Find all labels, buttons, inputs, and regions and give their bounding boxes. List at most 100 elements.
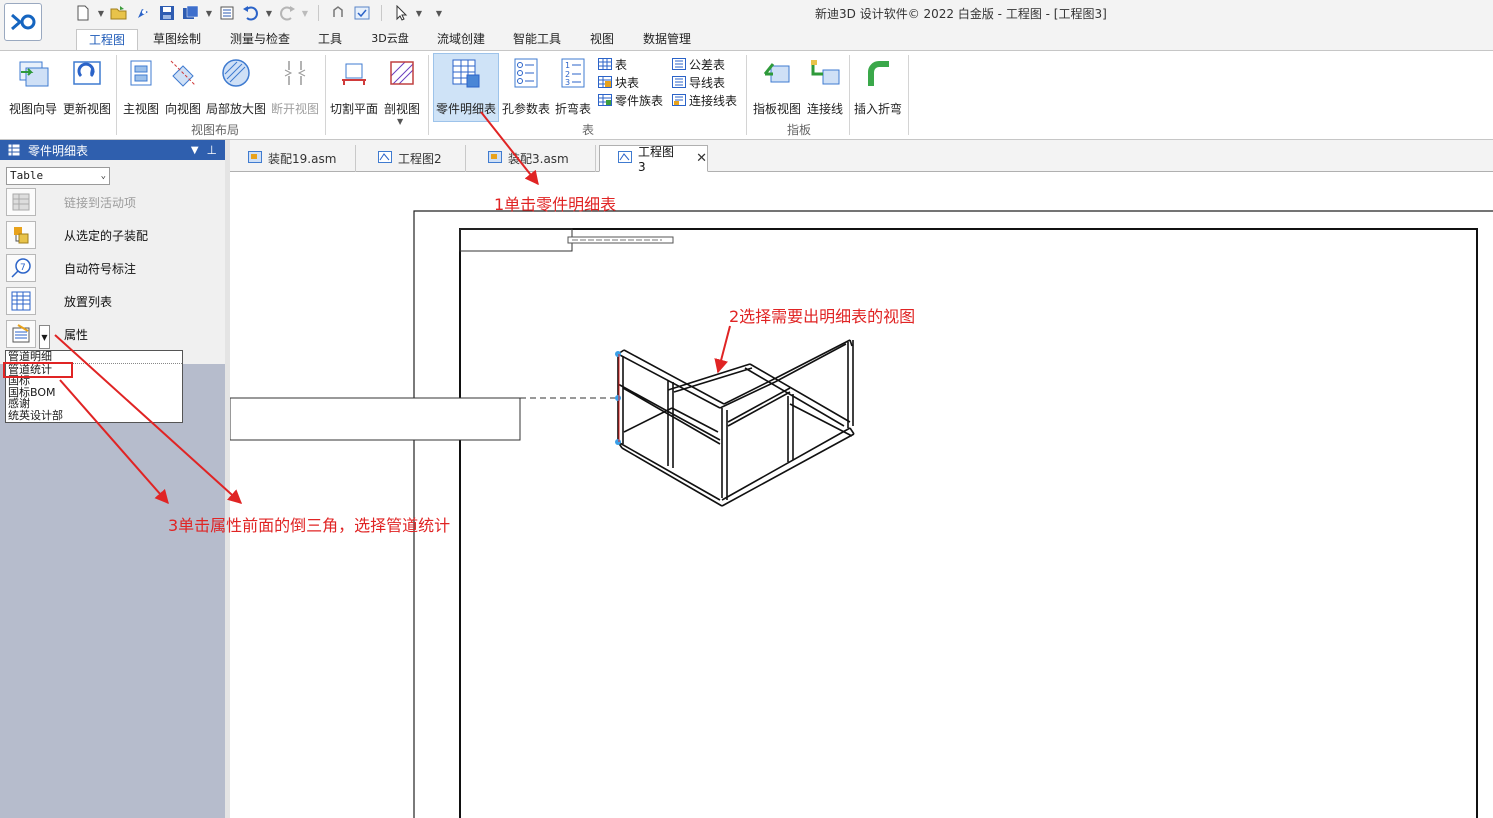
tab-measure[interactable]: 测量与检查 [222, 29, 298, 50]
wire-table-label: 导线表 [689, 75, 726, 90]
main-view-label: 主视图 [122, 102, 159, 116]
panel-pin-icon[interactable]: ⊥ [207, 143, 217, 157]
place-list-icon [6, 287, 36, 315]
panel-menu-icon[interactable]: ▼ [191, 145, 199, 156]
save-dropdown-arrow[interactable]: ▼ [204, 9, 214, 18]
bend-table-icon: 123 [556, 56, 590, 90]
update-view-button[interactable]: 更新视图 [61, 54, 113, 118]
tab-flow[interactable]: 流域创建 [430, 29, 492, 50]
dropdown-option[interactable]: 统英设计部 [8, 410, 182, 422]
wire-table-icon [671, 75, 687, 89]
tab-drawing[interactable]: 工程图 [76, 29, 138, 50]
select-cursor-icon[interactable] [390, 2, 412, 24]
doc-tab-drawing3[interactable]: 工程图3 ✕ [599, 145, 708, 174]
group-separator [325, 55, 326, 135]
rocket-icon[interactable] [132, 2, 154, 24]
view-wizard-button[interactable]: 视图向导 [7, 54, 59, 118]
auto-balloon-item[interactable]: 7 自动符号标注 [6, 254, 216, 282]
panel-table-icon [8, 144, 22, 156]
connect-line-button[interactable]: 连接线 [805, 54, 845, 118]
app-logo[interactable] [4, 3, 42, 41]
side-view-box [230, 397, 521, 441]
insert-bend-button[interactable]: 插入折弯 [852, 54, 904, 118]
group-separator [908, 55, 909, 135]
table-button[interactable]: 表 [597, 55, 627, 73]
group-separator [746, 55, 747, 135]
chevron-down-icon: ⌄ [100, 171, 106, 181]
dropdown-option[interactable]: 国标BOM [8, 387, 182, 399]
customize-quick-access-icon[interactable]: ▼ [434, 9, 444, 18]
detail-view-button[interactable]: 局部放大图 [204, 54, 268, 118]
link-active-icon [6, 188, 36, 216]
new-dropdown-arrow[interactable]: ▼ [96, 9, 106, 18]
wire-table-button[interactable]: 导线表 [671, 73, 725, 91]
place-list-item[interactable]: 放置列表 [6, 287, 216, 315]
doc-tab-label: 工程图3 [638, 145, 675, 174]
from-subassembly-item[interactable]: 从选定的子装配 [6, 221, 216, 249]
table-style-select[interactable]: Table ⌄ [6, 167, 110, 185]
doc-tab-assembly3[interactable]: 装配3.asm [470, 145, 596, 172]
broken-view-icon [278, 56, 312, 90]
new-file-icon[interactable] [72, 2, 94, 24]
connector-table-label: 连接线表 [689, 93, 738, 108]
table-label: 表 [615, 57, 628, 72]
connect-line-icon [808, 56, 842, 90]
bend-table-label: 折弯表 [554, 102, 591, 116]
tolerance-table-button[interactable]: 公差表 [671, 55, 725, 73]
cutting-plane-label: 切割平面 [329, 102, 378, 116]
title-bar: ▼ ▼ ▼ ▼ ▼ ▼ 新迪3D 设计软件© 2022 白金版 - 工程图 - … [0, 0, 1493, 26]
doc-tab-label: 装配19.asm [268, 152, 337, 166]
properties-dropdown-arrow[interactable]: ▼ [39, 325, 50, 349]
tab-data-management[interactable]: 数据管理 [636, 29, 698, 50]
properties-label: 属性 [64, 327, 89, 342]
doc-tab-drawing2[interactable]: 工程图2 [360, 145, 466, 172]
family-table-button[interactable]: 零件族表 [597, 91, 663, 109]
properties-item[interactable]: 属性 [6, 320, 216, 348]
select-dropdown-arrow[interactable]: ▼ [414, 9, 424, 18]
undo-icon[interactable] [240, 2, 262, 24]
sign-view-button[interactable]: 指板视图 [751, 54, 803, 118]
cutting-plane-button[interactable]: 切割平面 [328, 54, 380, 118]
isometric-frame-view [617, 339, 855, 507]
section-view-button[interactable]: 剖视图 [382, 54, 422, 118]
ribbon-panel: 视图向导 更新视图 主视图 向视图 局部放大图 断开视图 切割平面 剖视图 ▼ … [0, 50, 1493, 140]
group-separator [428, 55, 429, 135]
parts-list-button[interactable]: 零件明细表 [433, 53, 499, 122]
tab-sketch[interactable]: 草图绘制 [144, 29, 210, 50]
properties-icon [6, 320, 36, 348]
block-table-label: 块表 [615, 75, 640, 90]
redo-icon [276, 2, 298, 24]
table-icon [597, 57, 613, 71]
connect-line-label: 连接线 [806, 102, 843, 116]
block-table-button[interactable]: 块表 [597, 73, 639, 91]
drawing-canvas[interactable] [230, 172, 1493, 818]
svg-text:3: 3 [565, 78, 570, 87]
balloon-icon: 7 [6, 254, 36, 282]
main-view-icon [124, 56, 158, 90]
link-active-item: 链接到活动项 [6, 188, 216, 216]
section-view-dropdown-arrow[interactable]: ▼ [397, 117, 403, 126]
rebuild-icon[interactable] [327, 2, 349, 24]
tab-view[interactable]: 视图 [582, 29, 622, 50]
check-view-icon[interactable] [351, 2, 373, 24]
update-view-icon [70, 56, 104, 90]
aux-view-button[interactable]: 向视图 [162, 54, 204, 118]
view-wizard-icon [16, 56, 50, 90]
main-view-button[interactable]: 主视图 [120, 54, 162, 118]
layout-group-label: 视图布局 [190, 123, 239, 137]
doc-tab-assembly19[interactable]: 装配19.asm [230, 145, 356, 172]
save-all-icon[interactable] [180, 2, 202, 24]
connector-table-button[interactable]: 连接线表 [671, 91, 737, 109]
undo-dropdown-arrow[interactable]: ▼ [264, 9, 274, 18]
tab-smart-tools[interactable]: 智能工具 [506, 29, 568, 50]
hole-table-button[interactable]: 孔参数表 [501, 54, 551, 118]
tab-tools[interactable]: 工具 [310, 29, 350, 50]
close-icon[interactable]: ✕ [696, 151, 707, 166]
bend-table-button[interactable]: 123 折弯表 [553, 54, 593, 118]
insert-bend-icon [861, 56, 895, 90]
properties-icon[interactable] [216, 2, 238, 24]
save-icon[interactable] [156, 2, 178, 24]
selection-handle [615, 439, 621, 445]
tab-3d-cloud[interactable]: 3D云盘 [362, 29, 418, 50]
open-folder-icon[interactable] [108, 2, 130, 24]
